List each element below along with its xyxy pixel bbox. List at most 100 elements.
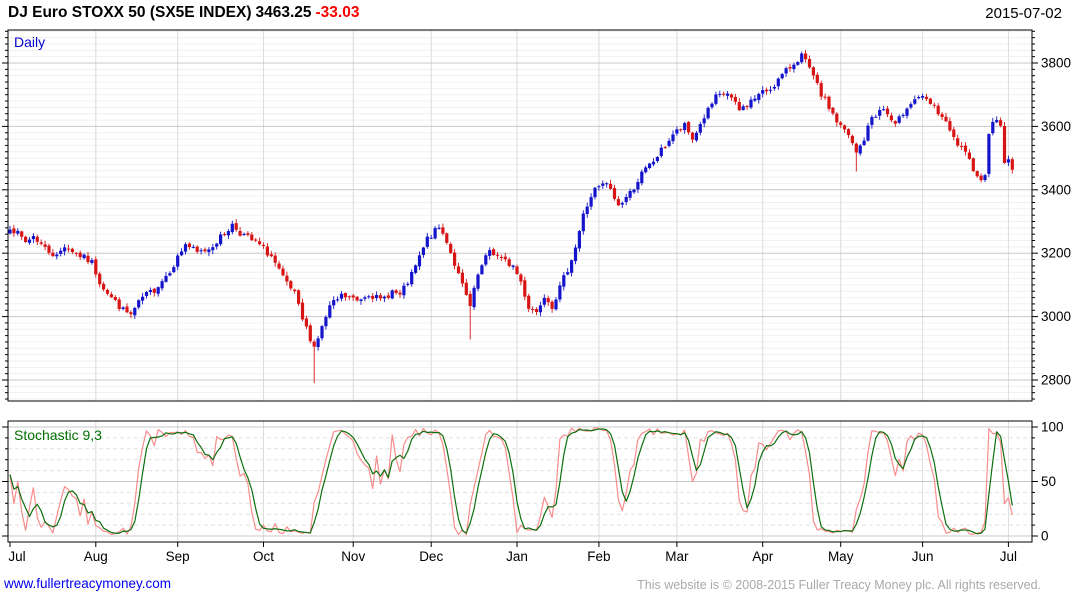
candle xyxy=(566,268,570,276)
candle xyxy=(20,230,24,241)
candle xyxy=(445,232,449,245)
candle xyxy=(944,112,948,123)
candle xyxy=(297,289,301,306)
candle xyxy=(102,281,106,292)
month-label: Mar xyxy=(665,549,689,564)
candle xyxy=(332,296,336,310)
month-label: Sep xyxy=(166,549,190,564)
month-label: Jun xyxy=(912,549,934,564)
last-price: 3463.25 xyxy=(255,4,312,21)
chart-area: 2800 3000 3200 3400 3600 3800 0 50 100 Jul Aug Se… xyxy=(0,28,1075,573)
candle xyxy=(679,128,683,133)
candle xyxy=(503,252,507,262)
candle xyxy=(726,91,730,100)
candle xyxy=(952,126,956,141)
candle xyxy=(835,112,839,127)
price-and-stochastic-chart: 2800 3000 3200 3400 3600 3800 0 50 100 Jul Aug Se… xyxy=(2,29,1071,564)
candle xyxy=(203,247,207,253)
candle xyxy=(133,306,137,319)
candle xyxy=(858,144,862,156)
candlestick-series xyxy=(8,49,1014,384)
candle xyxy=(27,237,32,245)
period-label: Daily xyxy=(14,34,45,50)
candle xyxy=(815,72,819,85)
candle xyxy=(66,244,71,253)
candle xyxy=(476,273,480,292)
candle xyxy=(706,106,710,120)
candle xyxy=(675,126,679,136)
month-label: Jan xyxy=(506,549,528,564)
candle xyxy=(449,242,453,255)
candle xyxy=(117,297,121,312)
candle xyxy=(320,324,324,341)
website-link[interactable]: www.fullertreacymoney.com xyxy=(4,576,171,591)
chart-date: 2015-07-02 xyxy=(985,5,1062,22)
candle xyxy=(425,233,429,249)
month-label: Feb xyxy=(587,549,610,564)
candle xyxy=(897,114,901,125)
instrument-title-row: DJ Euro STOXX 50 (SX5E INDEX) 3463.25 -33.… xyxy=(8,4,359,22)
candle xyxy=(702,114,706,128)
candle xyxy=(659,144,663,158)
candle xyxy=(261,242,266,250)
candle xyxy=(846,128,851,139)
candle xyxy=(562,271,566,291)
price-panel: 2800 3000 3200 3400 3600 3800 xyxy=(2,29,1071,542)
candle xyxy=(390,289,394,300)
copyright-text: This website is © 2008-2015 Fuller Treac… xyxy=(637,578,1041,592)
month-axis: Jul Aug Sep Oct Nov Dec Jan Feb Mar Apr May Jun Jul xyxy=(8,542,1017,564)
candle xyxy=(488,247,492,260)
stochastic-gridlines xyxy=(8,426,1032,537)
candle xyxy=(905,107,909,119)
stochastic-label: Stochastic 9,3 xyxy=(14,427,102,443)
candle xyxy=(991,117,995,136)
stochastic-panel: 0 50 100 xyxy=(2,420,1064,544)
month-label: Jul xyxy=(1000,549,1017,564)
candle xyxy=(406,281,410,287)
candle xyxy=(628,188,632,201)
candle xyxy=(414,264,418,275)
candle xyxy=(258,237,262,246)
candle xyxy=(238,227,242,237)
price-tick-label: 3800 xyxy=(1041,56,1071,71)
candle xyxy=(733,93,737,105)
candle xyxy=(59,247,63,257)
candle xyxy=(655,156,659,163)
price-tick-label: 2800 xyxy=(1041,373,1071,388)
candle xyxy=(616,195,620,207)
candle xyxy=(234,219,238,232)
candle xyxy=(874,114,878,118)
candle xyxy=(971,157,975,173)
month-label: Aug xyxy=(84,549,108,564)
candle xyxy=(433,226,437,240)
candle xyxy=(293,288,297,294)
footer: www.fullertreacymoney.com This website i… xyxy=(0,574,1075,596)
candle xyxy=(928,97,932,105)
candle xyxy=(82,253,86,260)
candle xyxy=(176,253,180,271)
price-change: -33.03 xyxy=(315,4,360,21)
candle xyxy=(710,102,714,110)
candle xyxy=(983,173,987,183)
candle xyxy=(800,51,804,64)
month-gridlines xyxy=(95,30,1009,542)
candle xyxy=(519,273,523,286)
candle xyxy=(125,303,129,314)
candle xyxy=(246,231,250,237)
candle xyxy=(761,86,765,98)
candle xyxy=(386,292,390,300)
stochastic-tick-label: 100 xyxy=(1041,420,1064,435)
stochastic-axis-labels: 0 50 100 xyxy=(1041,420,1064,544)
candle xyxy=(304,315,308,330)
candle xyxy=(141,292,145,305)
candle xyxy=(819,80,823,100)
candle xyxy=(429,234,433,240)
candle xyxy=(690,131,695,144)
price-gridlines-minor xyxy=(8,30,1032,400)
candle xyxy=(956,134,960,148)
candle xyxy=(718,90,722,98)
candle xyxy=(531,306,535,314)
candle xyxy=(854,142,858,172)
candle xyxy=(788,63,792,73)
candle xyxy=(484,253,488,267)
